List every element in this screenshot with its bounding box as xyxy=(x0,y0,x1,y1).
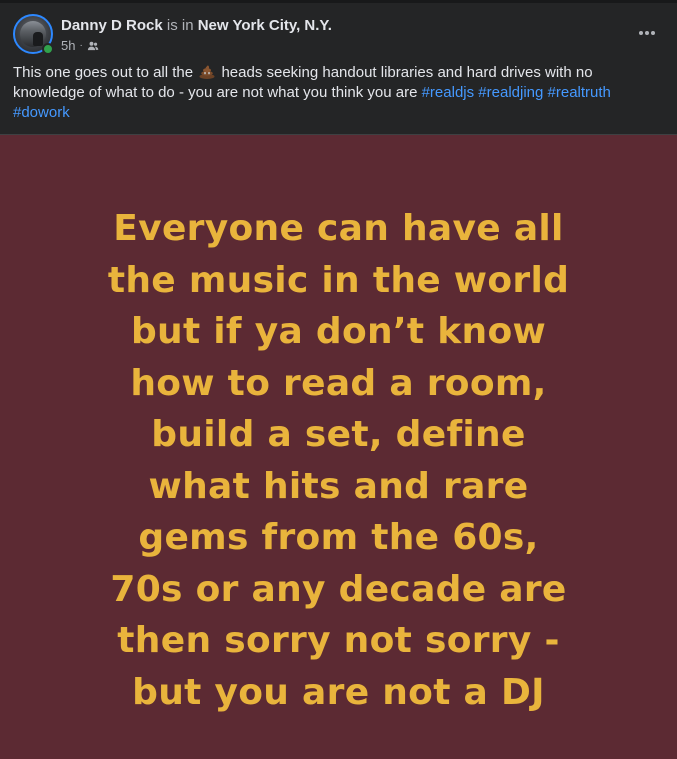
online-status-dot xyxy=(42,43,54,55)
post-timestamp[interactable]: 5h xyxy=(61,38,75,54)
feed-background-strip xyxy=(0,0,677,3)
feed-post: Danny D Rock is in New York City, N.Y. 5… xyxy=(0,0,677,759)
poop-emoji-icon xyxy=(199,65,215,79)
quote-line: what hits and rare xyxy=(148,465,529,507)
hashtag-realtruth[interactable]: #realtruth xyxy=(548,84,611,101)
hashtag-dowork[interactable]: #dowork xyxy=(13,104,70,121)
quote-line: but if ya don’t know xyxy=(130,311,547,352)
friends-icon[interactable] xyxy=(87,40,99,52)
meta-separator: · xyxy=(79,40,83,51)
caption-text-start: This one goes out to all the xyxy=(13,64,198,81)
quote-line: then sorry not sorry - xyxy=(117,620,560,661)
quote-line: 70s or any decade are xyxy=(110,568,567,610)
quote-line: how to read a room, xyxy=(130,362,547,404)
more-horizontal-icon xyxy=(639,31,655,35)
hashtag-realdjing[interactable]: #realdjing xyxy=(478,84,543,101)
image-quote-text: Everyone can have all the music in the w… xyxy=(0,203,677,718)
quote-line: build a set, define xyxy=(151,414,526,455)
post-header: Danny D Rock is in New York City, N.Y. 5… xyxy=(13,14,664,56)
avatar-figure xyxy=(33,32,43,46)
hashtag-realdjs[interactable]: #realdjs xyxy=(422,84,475,101)
author-line: Danny D Rock is in New York City, N.Y. xyxy=(61,16,332,35)
post-caption: This one goes out to all the heads seeki… xyxy=(13,63,653,123)
quote-line: but you are not a DJ xyxy=(132,671,545,713)
quote-line: the music in the world xyxy=(107,259,570,301)
more-options-button[interactable] xyxy=(634,20,660,46)
quote-line: Everyone can have all xyxy=(113,208,564,249)
location-connector-text: is in xyxy=(162,17,198,34)
avatar-photo xyxy=(20,21,46,47)
post-image[interactable]: Everyone can have all the music in the w… xyxy=(0,135,677,759)
quote-line: gems from the 60s, xyxy=(138,517,539,558)
post-meta: 5h · xyxy=(61,38,99,54)
author-name[interactable]: Danny D Rock xyxy=(61,17,163,34)
avatar[interactable] xyxy=(13,14,54,55)
location-link[interactable]: New York City, N.Y. xyxy=(198,17,332,34)
